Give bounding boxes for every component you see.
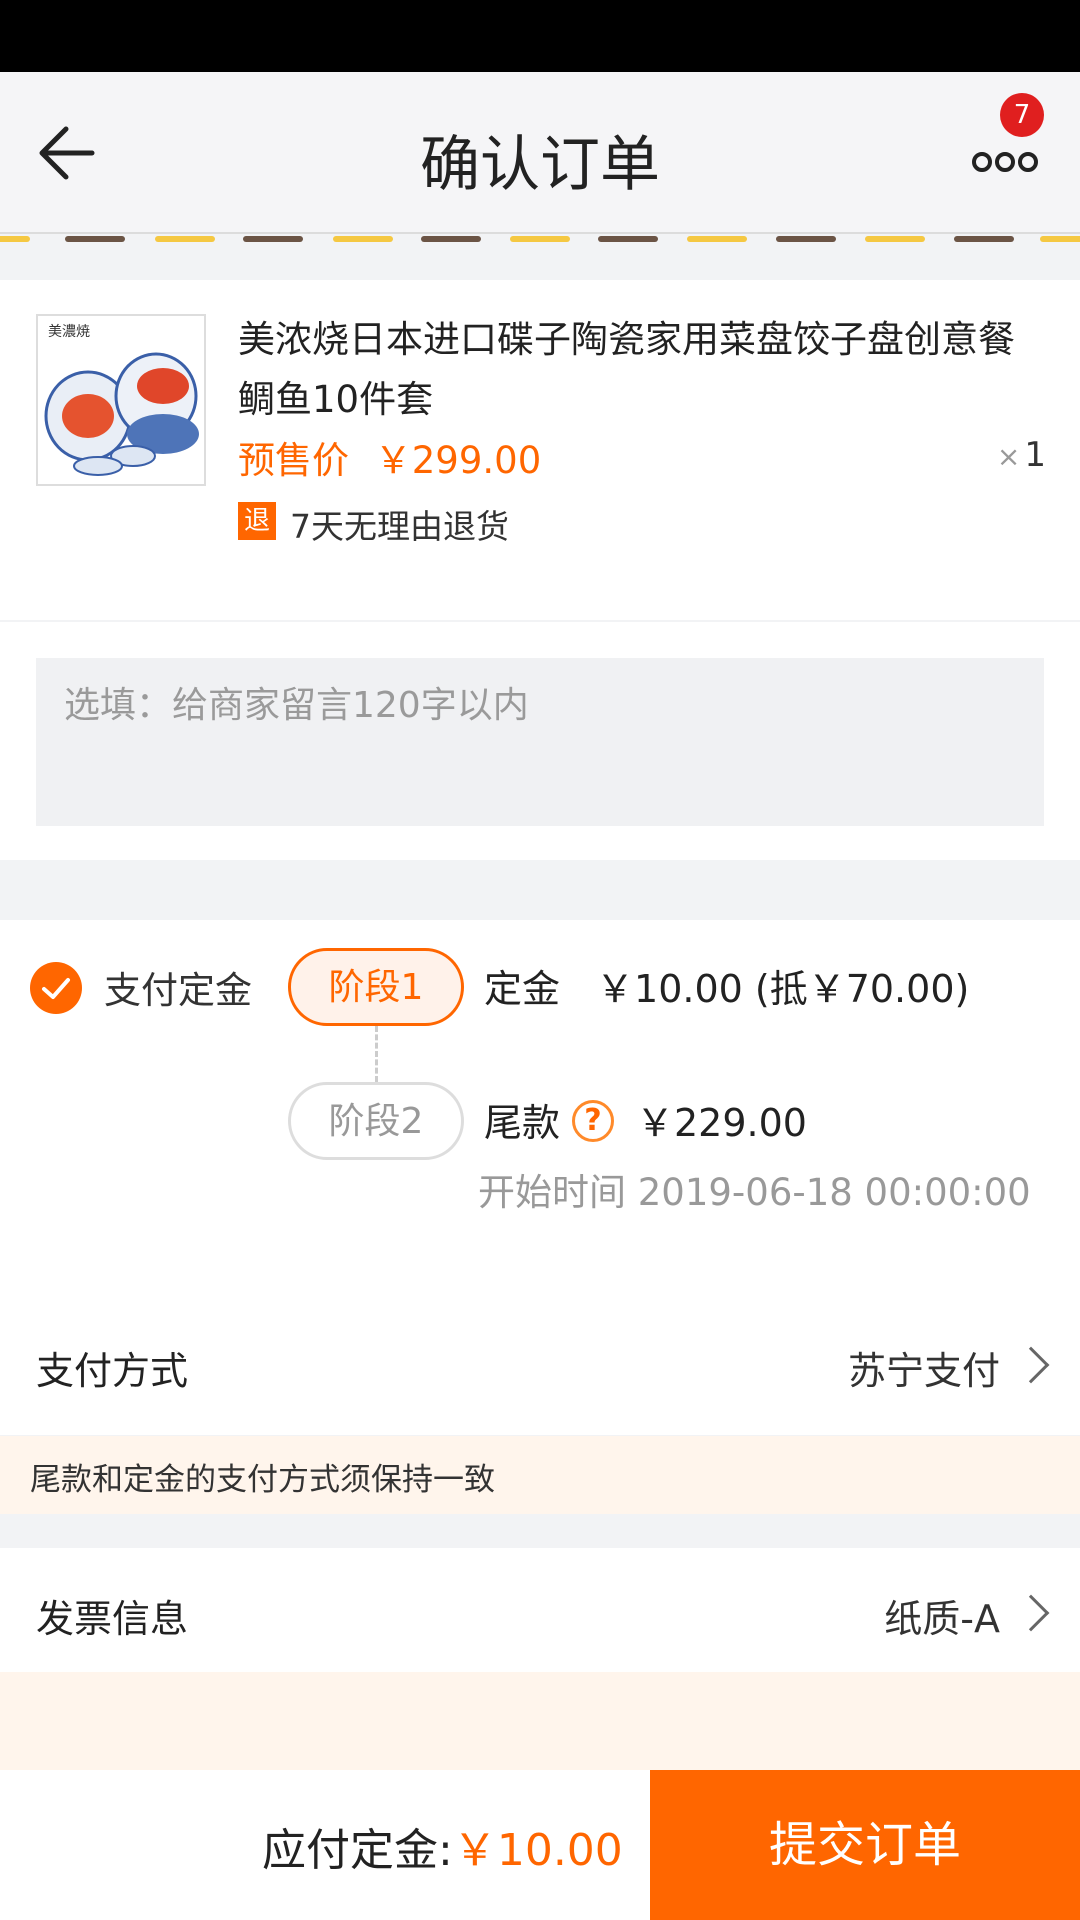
thumb-caption: 美濃焼 [48,324,90,340]
deposit-radio[interactable] [30,962,82,1014]
presale-label: 预售价 [238,439,349,482]
refund-policy-text: 7天无理由退货 [290,507,509,546]
bottom-bar: 应付定金:￥10.00 提交订单 [0,1770,1080,1920]
refund-badge: 退 [238,502,276,540]
payment-stages: 支付定金 阶段1 阶段2 定金 ￥10.00 (抵￥70.00) 尾款 ? ￥22… [0,920,1080,1290]
spacer-band [0,1672,1080,1772]
qty-value: 1 [1024,435,1046,475]
quantity: × 1 [997,435,1046,475]
notice-text: 尾款和定金的支付方式须保持一致 [30,1462,495,1498]
qty-symbol: × [996,440,1021,473]
notification-badge: 7 [1000,93,1044,137]
chevron-right-icon [1012,1594,1050,1632]
memo-section [0,622,1080,860]
product-name: 美浓烧日本进口碟子陶瓷家用菜盘饺子盘创意餐鲷鱼10件套 [238,318,1015,421]
payment-method-value: 苏宁支付 [847,1349,1000,1393]
invoice-row[interactable]: 发票信息 纸质-A [0,1548,1080,1672]
submit-order-button[interactable]: 提交订单 [650,1770,1080,1920]
stage1-amount: ￥10.00 (抵￥70.00) [596,967,970,1011]
price-value: ￥299.00 [374,439,542,482]
stage1-pill: 阶段1 [288,948,464,1026]
deposit-due: 应付定金:￥10.00 [262,1814,623,1878]
page-title: 确认订单 [420,130,660,200]
stage1-detail: 定金 ￥10.00 (抵￥70.00) [484,958,969,1013]
invoice-label: 发票信息 [36,1597,189,1641]
stage2-type: 尾款 [484,1101,561,1145]
stage2-pill: 阶段2 [288,1082,464,1160]
payment-method-row[interactable]: 支付方式 苏宁支付 [0,1290,1080,1435]
presale-price: 预售价 ￥299.00 [238,430,541,484]
check-icon [42,978,70,999]
product-card[interactable]: 美濃焼 美浓烧日本进口碟子陶瓷家用菜盘饺子盘创意餐鲷鱼10件套 预售价 ￥299… [0,280,1080,620]
decorative-stripe [0,236,1080,250]
stage2-start-time: 开始时间 2019-06-18 00:00:00 [478,1171,1031,1214]
chevron-right-icon [1012,1346,1050,1384]
stage-connector [375,1026,378,1082]
header: 确认订单 [0,72,1080,234]
status-bar [0,0,1080,72]
stage2-amount: ￥229.00 [636,1101,807,1145]
due-label: 应付定金: [262,1825,453,1876]
invoice-value: 纸质-A [884,1597,1000,1641]
deposit-option-label: 支付定金 [104,969,252,1012]
product-image[interactable]: 美濃焼 [36,314,206,486]
payment-notice: 尾款和定金的支付方式须保持一致 [0,1436,1080,1514]
stage1-type: 定金 [484,967,561,1011]
payment-method-label: 支付方式 [36,1349,189,1393]
seller-message-input[interactable] [36,658,1044,826]
due-amount: ￥10.00 [452,1825,623,1876]
question-icon[interactable]: ? [572,1100,614,1142]
